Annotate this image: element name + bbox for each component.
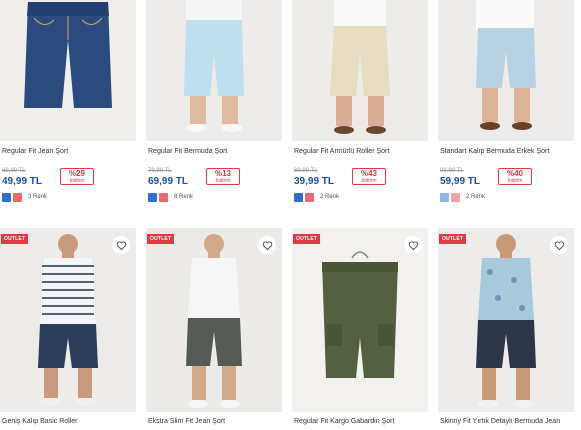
color-swatch[interactable] [2,192,11,202]
outlet-badge: OUTLET [1,234,29,244]
product-image[interactable] [0,0,136,141]
product-card[interactable]: Regular Fit Jean Şort 69,99 TL 49,99 TL … [0,0,136,215]
discount-percent: %29 [68,169,85,178]
product-name[interactable]: Ekstra Slim Fit Jean Şort [148,418,225,425]
outlet-badge: OUTLET [293,234,321,244]
product-name[interactable]: Regular Fit Kargo Gabardin Şort [294,418,394,425]
product-card[interactable]: OUTLET Skinny Fit Yırtık Detaylı Bermuda… [438,228,574,430]
color-options[interactable]: 3 Renk [2,192,47,202]
favorite-button[interactable] [550,236,568,254]
heart-icon [554,241,564,250]
discount-label: İndirim [507,178,523,184]
product-card[interactable]: OUTLET Ekstra Slim Fit Jean Şort [146,228,282,430]
color-swatch[interactable] [440,192,449,202]
color-options[interactable]: 8 Renk [148,192,193,202]
old-price: 79,99 TL [148,168,172,174]
product-image[interactable] [292,0,428,141]
product-card[interactable]: OUTLET Geniş Kalıp Basic Roller [0,228,136,430]
product-image[interactable] [146,0,282,141]
discount-percent: %43 [360,169,377,178]
current-price: 39,99 TL [294,176,335,187]
outlet-badge: OUTLET [439,234,467,244]
product-name[interactable]: Regular Fit Jean Şort [2,148,68,155]
old-price: 69,99 TL [294,168,318,174]
favorite-button[interactable] [112,236,130,254]
discount-badge: %13 İndirim [206,168,240,185]
discount-badge: %43 İndirim [352,168,386,185]
color-swatch[interactable] [305,192,314,202]
discount-label: İndirim [215,178,231,184]
product-image[interactable] [0,228,136,412]
discount-label: İndirim [361,178,377,184]
outlet-badge: OUTLET [147,234,175,244]
color-swatch[interactable] [159,192,168,202]
product-name[interactable]: Regular Fit Bermuda Şort [148,148,227,155]
discount-percent: %40 [506,169,523,178]
product-name[interactable]: Regular Fit Armürlü Roller Şort [294,148,389,155]
product-image[interactable] [438,0,574,141]
product-card[interactable]: OUTLET Regular Fit Kargo Gabardin Şort [292,228,428,430]
color-count: 3 Renk [28,194,48,200]
product-name[interactable]: Geniş Kalıp Basic Roller [2,418,77,425]
color-count: 8 Renk [174,194,194,200]
product-card[interactable]: Regular Fit Armürlü Roller Şort 69,99 TL… [292,0,428,215]
heart-icon [262,241,272,250]
discount-badge: %40 İndirim [498,168,532,185]
old-price: 99,99 TL [440,168,464,174]
discount-percent: %13 [214,169,231,178]
color-options[interactable]: 2 Renk [294,192,339,202]
product-image[interactable] [292,228,428,412]
product-name[interactable]: Skinny Fit Yırtık Detaylı Bermuda Jean [440,418,560,425]
favorite-button[interactable] [258,236,276,254]
current-price: 49,99 TL [2,176,43,187]
current-price: 69,99 TL [148,176,189,187]
color-count: 2 Renk [320,194,340,200]
old-price: 69,99 TL [2,168,26,174]
color-swatch[interactable] [13,192,22,202]
color-options[interactable]: 2 Renk [440,192,485,202]
product-image[interactable] [146,228,282,412]
discount-label: İndirim [69,178,85,184]
product-image[interactable] [438,228,574,412]
color-swatch[interactable] [294,192,303,202]
color-count: 2 Renk [466,194,486,200]
color-swatch[interactable] [148,192,157,202]
product-card[interactable]: Regular Fit Bermuda Şort 79,99 TL 69,99 … [146,0,282,215]
current-price: 59,99 TL [440,176,481,187]
heart-icon [116,241,126,250]
heart-icon [408,241,418,250]
product-card[interactable]: Standart Kalıp Bermuda Erkek Şort 99,99 … [438,0,574,215]
discount-badge: %29 İndirim [60,168,94,185]
favorite-button[interactable] [404,236,422,254]
product-name[interactable]: Standart Kalıp Bermuda Erkek Şort [440,148,549,155]
color-swatch[interactable] [451,192,460,202]
